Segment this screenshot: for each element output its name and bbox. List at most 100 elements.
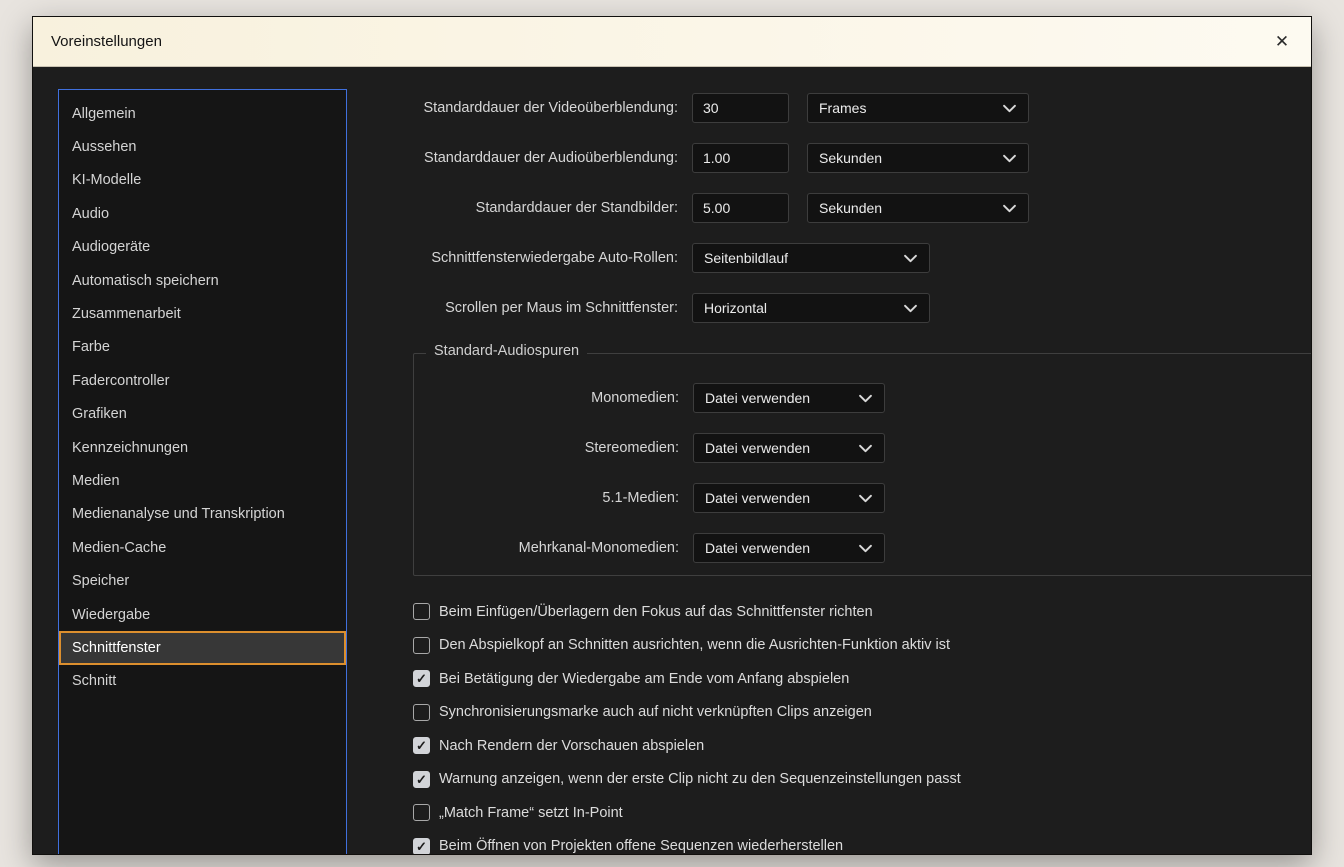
audio-track-row: Mehrkanal-Monomedien: Datei verwenden	[414, 532, 1311, 564]
audio-track-dropdown[interactable]: Datei verwenden	[693, 483, 885, 513]
close-icon[interactable]: ✕	[1269, 29, 1295, 55]
sidebar-item[interactable]: Allgemein	[59, 97, 346, 130]
checkbox[interactable]	[413, 804, 430, 822]
sidebar-item-label: Wiedergabe	[72, 606, 151, 623]
chevron-down-icon	[859, 544, 872, 552]
checkbox-label: Warnung anzeigen, wenn der erste Clip ni…	[439, 771, 961, 788]
sidebar-item[interactable]: Schnitt	[59, 665, 346, 698]
sidebar-item-label: Schnittfenster	[72, 639, 161, 656]
dropdown-value: Datei verwenden	[705, 540, 811, 556]
sidebar-item[interactable]: Wiedergabe	[59, 598, 346, 631]
sidebar-item-label: Aussehen	[72, 139, 137, 156]
dropdown-value: Datei verwenden	[705, 490, 811, 506]
setting-label: Standarddauer der Standbilder:	[475, 200, 678, 216]
sidebar-item-label: Audiogeräte	[72, 239, 151, 256]
sidebar-item[interactable]: Speicher	[59, 564, 346, 597]
duration-setting-row: Standarddauer der Videoüberblendung: Fra…	[381, 92, 1311, 124]
sidebar-item[interactable]: Medienanalyse und Transkription	[59, 498, 346, 531]
checkbox-row[interactable]: Beim Einfügen/Überlagern den Fokus auf d…	[413, 595, 1311, 629]
chevron-down-icon	[1003, 104, 1016, 112]
sidebar-item-label: Grafiken	[72, 406, 127, 423]
sidebar-item-label: Medien-Cache	[72, 539, 167, 556]
sidebar-item[interactable]: Schnittfenster	[59, 631, 346, 665]
unit-dropdown[interactable]: Frames	[807, 93, 1029, 123]
dropdown-value: Sekunden	[819, 150, 883, 166]
select-setting-row: Scrollen per Maus im Schnittfenster: Hor…	[381, 292, 1311, 324]
dropdown-value: Datei verwenden	[705, 440, 811, 456]
sidebar-item[interactable]: Medien	[59, 464, 346, 497]
sidebar-item[interactable]: Aussehen	[59, 130, 346, 163]
preferences-dialog: Voreinstellungen ✕ Allgemein Aussehen KI…	[32, 16, 1312, 855]
sidebar-item-label: Medienanalyse und Transkription	[72, 506, 285, 523]
duration-input[interactable]	[692, 93, 789, 123]
checkbox[interactable]	[413, 636, 430, 654]
sidebar-item-label: Kennzeichnungen	[72, 439, 189, 456]
checkbox-row[interactable]: Synchronisierungsmarke auch auf nicht ve…	[413, 696, 1311, 730]
sidebar-item[interactable]: Audio	[59, 197, 346, 230]
dialog-titlebar[interactable]: Voreinstellungen ✕	[33, 17, 1311, 67]
chevron-down-icon	[1003, 154, 1016, 162]
sidebar-item[interactable]: Automatisch speichern	[59, 264, 346, 297]
setting-label: Monomedien:	[591, 390, 679, 406]
dropdown-value: Seitenbildlauf	[704, 250, 789, 266]
sidebar-item[interactable]: Kennzeichnungen	[59, 431, 346, 464]
checkbox[interactable]	[413, 837, 430, 854]
checkbox-row[interactable]: Den Abspielkopf an Schnitten ausrichten,…	[413, 629, 1311, 663]
setting-label: Schnittfensterwiedergabe Auto-Rollen:	[431, 250, 678, 266]
dropdown-value: Sekunden	[819, 200, 883, 216]
audio-track-dropdown[interactable]: Datei verwenden	[693, 433, 885, 463]
chevron-down-icon	[859, 494, 872, 502]
preferences-category-list: Allgemein Aussehen KI-Modelle Audio Audi…	[58, 89, 347, 854]
chevron-down-icon	[1003, 204, 1016, 212]
duration-setting-row: Standarddauer der Standbilder: Sekunden	[381, 192, 1311, 224]
checkbox[interactable]	[413, 737, 430, 755]
checkbox[interactable]	[413, 603, 430, 621]
chevron-down-icon	[904, 304, 917, 312]
checkbox-label: „Match Frame“ setzt In-Point	[439, 804, 623, 821]
checkbox-row[interactable]: Bei Betätigung der Wiedergabe am Ende vo…	[413, 662, 1311, 696]
unit-dropdown[interactable]: Sekunden	[807, 193, 1029, 223]
sidebar-item[interactable]: Zusammenarbeit	[59, 297, 346, 330]
dialog-body: Allgemein Aussehen KI-Modelle Audio Audi…	[33, 67, 1311, 854]
sidebar-item[interactable]: KI-Modelle	[59, 164, 346, 197]
sidebar-item-label: Zusammenarbeit	[72, 306, 181, 323]
chevron-down-icon	[859, 394, 872, 402]
sidebar-item[interactable]: Fadercontroller	[59, 364, 346, 397]
sidebar-item[interactable]: Medien-Cache	[59, 531, 346, 564]
setting-label: Standarddauer der Audioüberblendung:	[424, 150, 678, 166]
audio-track-row: Stereomedien: Datei verwenden	[414, 432, 1311, 464]
general-settings-rows: Standarddauer der Videoüberblendung: Fra…	[381, 67, 1311, 324]
standard-audio-tracks-group: Standard-Audiospuren Monomedien: Datei v…	[413, 343, 1311, 576]
setting-label: Scrollen per Maus im Schnittfenster:	[445, 300, 678, 316]
unit-dropdown[interactable]: Sekunden	[807, 143, 1029, 173]
checkbox-row[interactable]: „Match Frame“ setzt In-Point	[413, 796, 1311, 830]
checkbox[interactable]	[413, 670, 430, 688]
checkbox-label: Bei Betätigung der Wiedergabe am Ende vo…	[439, 670, 850, 687]
checkbox-row[interactable]: Beim Öffnen von Projekten offene Sequenz…	[413, 830, 1311, 854]
chevron-down-icon	[904, 254, 917, 262]
checkbox[interactable]	[413, 703, 430, 721]
sidebar-item[interactable]: Audiogeräte	[59, 231, 346, 264]
setting-dropdown[interactable]: Seitenbildlauf	[692, 243, 930, 273]
checkbox[interactable]	[413, 770, 430, 788]
setting-label: Standarddauer der Videoüberblendung:	[423, 100, 679, 116]
setting-dropdown[interactable]: Horizontal	[692, 293, 930, 323]
sidebar-item-label: Automatisch speichern	[72, 272, 219, 289]
group-legend: Standard-Audiospuren	[426, 343, 588, 359]
dropdown-value: Horizontal	[704, 300, 768, 316]
audio-track-dropdown[interactable]: Datei verwenden	[693, 533, 885, 563]
chevron-down-icon	[859, 444, 872, 452]
duration-input[interactable]	[692, 143, 789, 173]
sidebar-item[interactable]: Grafiken	[59, 398, 346, 431]
sidebar-item[interactable]: Farbe	[59, 331, 346, 364]
checkbox-row[interactable]: Nach Rendern der Vorschauen abspielen	[413, 729, 1311, 763]
duration-input[interactable]	[692, 193, 789, 223]
setting-label: Stereomedien:	[584, 440, 679, 456]
checkbox-row[interactable]: Warnung anzeigen, wenn der erste Clip ni…	[413, 763, 1311, 797]
dropdown-value: Frames	[819, 100, 867, 116]
checkbox-label: Synchronisierungsmarke auch auf nicht ve…	[439, 704, 872, 721]
audio-track-dropdown[interactable]: Datei verwenden	[693, 383, 885, 413]
checkbox-label: Beim Einfügen/Überlagern den Fokus auf d…	[439, 603, 873, 620]
select-setting-row: Schnittfensterwiedergabe Auto-Rollen: Se…	[381, 242, 1311, 274]
sidebar-item-label: Schnitt	[72, 673, 117, 690]
